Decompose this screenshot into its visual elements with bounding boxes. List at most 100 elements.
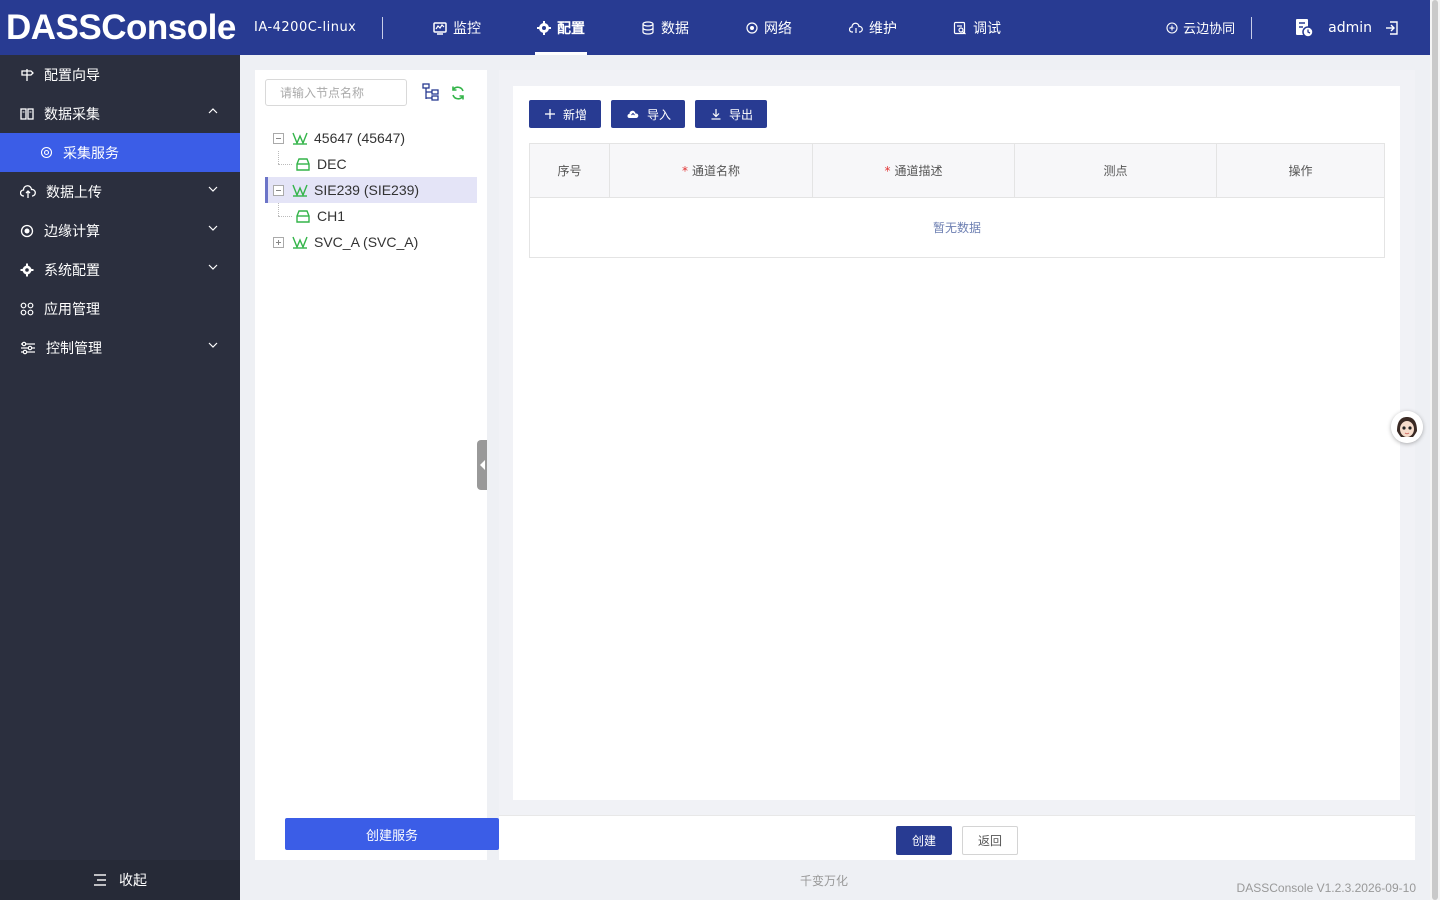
scrollbar-thumb[interactable] <box>1432 0 1438 900</box>
sidebar-item-config-wizard[interactable]: 配置向导 <box>0 55 240 94</box>
cloud-maintain-icon <box>849 22 863 33</box>
column-label: 通道名称 <box>691 164 740 178</box>
collapse-toggle[interactable] <box>273 184 284 196</box>
node-search-input[interactable] <box>265 79 407 106</box>
cloud-upload-icon <box>20 184 36 198</box>
service-icon <box>40 146 53 159</box>
sidebar-item-label: 配置向导 <box>44 67 100 84</box>
cloud-upload-icon <box>627 110 639 118</box>
device-icon <box>292 132 308 145</box>
column-header-channel-desc: * 通道描述 <box>812 143 1015 198</box>
column-label: 测点 <box>1103 164 1128 178</box>
download-icon <box>711 108 721 120</box>
create-service-button[interactable]: 创建服务 <box>285 818 499 850</box>
network-icon <box>746 21 758 34</box>
collection-icon <box>20 107 34 120</box>
device-icon <box>292 236 308 249</box>
add-label: 新增 <box>563 107 588 122</box>
gear-icon <box>20 263 34 276</box>
empty-state-text: 暂无数据 <box>529 197 1385 258</box>
tree-node-label: CH1 <box>317 208 346 224</box>
device-icon <box>292 184 308 197</box>
sidebar: 配置向导 数据采集 采集服务 数据上传 边缘计算 系统配置 应用管理 控制管理 … <box>0 55 240 900</box>
assistant-avatar[interactable] <box>1391 411 1423 443</box>
nav-data[interactable]: 数据 <box>613 0 717 55</box>
sidebar-item-data-collection[interactable]: 数据采集 <box>0 94 240 133</box>
export-label: 导出 <box>729 107 754 122</box>
chevron-up-icon <box>208 108 218 114</box>
export-button[interactable]: 导出 <box>695 100 768 128</box>
cloud-edge-label: 云边协同 <box>1183 22 1236 37</box>
tree-connector <box>278 151 279 164</box>
cloud-edge-button[interactable]: 云边协同 <box>1166 18 1235 37</box>
chip-icon <box>20 224 34 237</box>
app-logo: DASSConsole <box>6 7 236 47</box>
tree-node-selected[interactable]: SIE239 (SIE239) <box>265 177 477 203</box>
user-area[interactable]: admin <box>1294 18 1400 38</box>
top-bar: DASSConsole IA-4200C-linux 监控 配置 数据 网络 维… <box>0 0 1430 55</box>
expand-toggle[interactable] <box>273 236 284 248</box>
back-button[interactable]: 返回 <box>962 826 1018 855</box>
tree-node-label: 45647 (45647) <box>314 130 406 146</box>
tree-node[interactable]: DEC <box>265 151 477 177</box>
panel-splitter-handle[interactable] <box>477 440 487 490</box>
channel-card: 新增 导入 导出 序号 * 通道名称 * 通道描述 测点 操作 暂无数据 <box>513 86 1400 800</box>
nav-monitor[interactable]: 监控 <box>405 0 509 55</box>
nav-config[interactable]: 配置 <box>509 0 613 55</box>
plus-icon <box>545 109 555 119</box>
add-button[interactable]: 新增 <box>529 100 602 128</box>
required-mark: * <box>681 164 688 178</box>
import-button[interactable]: 导入 <box>611 100 686 128</box>
sidebar-item-label: 控制管理 <box>46 340 102 357</box>
sidebar-collapse-button[interactable]: 收起 <box>0 860 240 900</box>
logout-icon[interactable] <box>1384 20 1400 36</box>
form-footer: 创建 返回 <box>499 815 1415 860</box>
sidebar-item-control-management[interactable]: 控制管理 <box>0 328 240 367</box>
tree-connector <box>278 203 279 216</box>
column-header-channel-name: * 通道名称 <box>609 143 813 198</box>
version-text: DASSConsole V1.2.3.2026-09-10 <box>1236 881 1416 895</box>
tree-node-label: SVC_A (SVC_A) <box>314 234 419 250</box>
tree-expand-icon[interactable] <box>422 83 440 101</box>
chevron-down-icon <box>208 264 218 270</box>
sidebar-item-label: 应用管理 <box>44 301 100 318</box>
import-label: 导入 <box>647 107 672 122</box>
create-button[interactable]: 创建 <box>896 826 952 855</box>
sidebar-item-system-config[interactable]: 系统配置 <box>0 250 240 289</box>
nav-maintain[interactable]: 维护 <box>821 0 925 55</box>
collapse-label: 收起 <box>119 873 147 889</box>
tree-panel: 45647 (45647) DEC SIE239 (SIE239) CH1 SV… <box>255 70 487 860</box>
device-tree: 45647 (45647) DEC SIE239 (SIE239) CH1 SV… <box>265 125 477 255</box>
tree-node-label: SIE239 (SIE239) <box>314 182 420 198</box>
sidebar-item-data-upload[interactable]: 数据上传 <box>0 172 240 211</box>
device-name: IA-4200C-linux <box>254 20 357 35</box>
tree-node[interactable]: CH1 <box>265 203 477 229</box>
sliders-icon <box>21 341 35 354</box>
nav-debug[interactable]: 调试 <box>925 0 1029 55</box>
divider <box>1251 16 1253 39</box>
sidebar-item-edge-compute[interactable]: 边缘计算 <box>0 211 240 250</box>
sidebar-item-label: 数据上传 <box>46 184 102 201</box>
column-label: 序号 <box>557 164 582 178</box>
nav-network[interactable]: 网络 <box>717 0 821 55</box>
sidebar-item-app-management[interactable]: 应用管理 <box>0 289 240 328</box>
table-header-row: 序号 * 通道名称 * 通道描述 测点 操作 <box>529 143 1385 198</box>
refresh-icon[interactable] <box>450 85 466 101</box>
tree-connector <box>278 164 292 165</box>
nav-label: 监控 <box>453 20 481 37</box>
sidebar-item-label: 数据采集 <box>44 106 100 123</box>
debug-icon <box>953 21 966 34</box>
channel-icon <box>296 209 310 223</box>
chevron-down-icon <box>208 186 218 192</box>
collapse-toggle[interactable] <box>273 132 284 144</box>
nav-label: 网络 <box>764 20 792 37</box>
required-mark: * <box>884 164 891 178</box>
page-scrollbar[interactable] <box>1430 0 1440 900</box>
sidebar-item-collection-service[interactable]: 采集服务 <box>0 133 240 172</box>
tree-node[interactable]: SVC_A (SVC_A) <box>265 229 477 255</box>
apps-grid-icon <box>20 302 34 315</box>
main-nav: 监控 配置 数据 网络 维护 调试 <box>405 0 1029 55</box>
channel-table: 序号 * 通道名称 * 通道描述 测点 操作 暂无数据 <box>529 143 1385 258</box>
channel-icon <box>296 157 310 171</box>
tree-node[interactable]: 45647 (45647) <box>265 125 477 151</box>
